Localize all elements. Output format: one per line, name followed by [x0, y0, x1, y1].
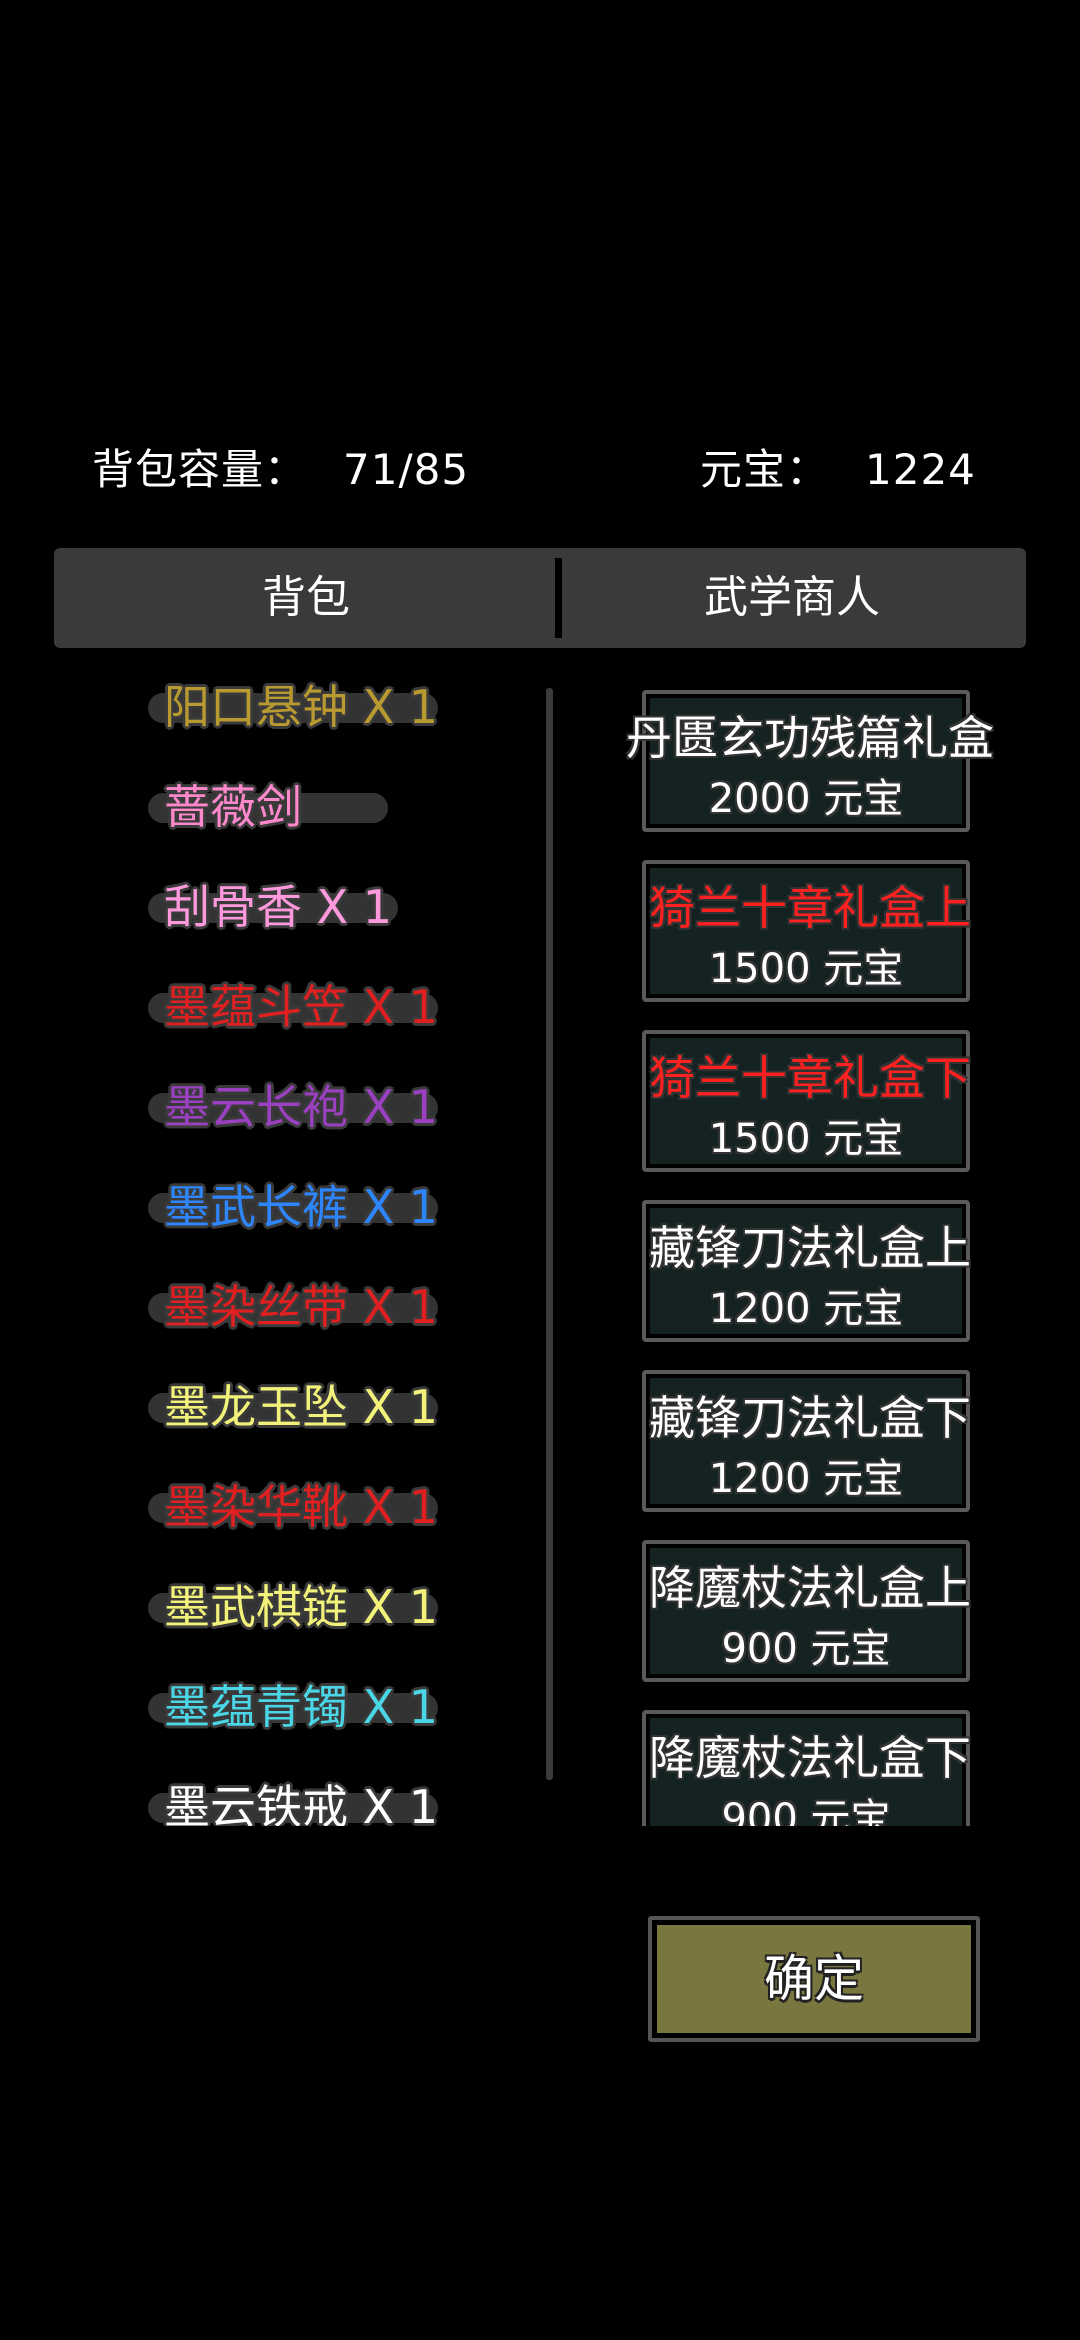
- inventory-item[interactable]: 墨武长裤 X 1: [140, 1176, 520, 1238]
- shop-item-name: 猗兰十章礼盒上: [649, 881, 971, 935]
- shop-list[interactable]: 丹匮玄功残篇礼盒 2000 元宝 猗兰十章礼盒上 1500 元宝 猗兰十章礼盒下 1500…: [560, 680, 1060, 1826]
- inventory-item[interactable]: 墨云铁戒 X 1: [140, 1776, 520, 1826]
- inventory-item[interactable]: 墨蕴青镯 X 1: [140, 1676, 520, 1738]
- inventory-item-label: 墨龙玉坠 X 1: [164, 1380, 439, 1434]
- gold-label: 元宝：: [700, 445, 830, 494]
- shop-item[interactable]: 藏锋刀法礼盒上 1200 元宝: [642, 1200, 971, 1342]
- tab-merchant[interactable]: 武学商人: [558, 548, 1026, 648]
- shop-item[interactable]: 猗兰十章礼盒下 1500 元宝: [642, 1030, 971, 1172]
- panel-divider: [546, 688, 553, 1780]
- inventory-item[interactable]: 墨染丝带 X 1: [140, 1276, 520, 1338]
- gold-value: 1224: [865, 445, 976, 494]
- gold-balance: 元宝： 1224: [700, 436, 976, 497]
- shop-item-price: 900 元宝: [721, 1796, 891, 1826]
- inventory-item-label: 墨武棋链 X 1: [164, 1580, 439, 1634]
- shop-item[interactable]: 降魔杖法礼盒上 900 元宝: [642, 1540, 971, 1682]
- shop-item[interactable]: 藏锋刀法礼盒下 1200 元宝: [642, 1370, 971, 1512]
- inventory-item-label: 刮骨香 X 1: [164, 880, 393, 934]
- bag-capacity: 背包容量： 71/85: [92, 436, 469, 497]
- inventory-item-label: 墨云铁戒 X 1: [164, 1780, 439, 1826]
- capacity-value: 71/85: [343, 445, 470, 494]
- shop-item-price: 2000 元宝: [708, 776, 904, 822]
- shop-item-name: 降魔杖法礼盒上: [649, 1561, 971, 1615]
- shop-item-price: 1500 元宝: [708, 1116, 904, 1162]
- shop-item-price: 900 元宝: [721, 1626, 891, 1672]
- capacity-label: 背包容量：: [92, 445, 308, 494]
- shop-item-name: 藏锋刀法礼盒上: [649, 1221, 971, 1275]
- shop-item-name: 猗兰十章礼盒下: [649, 1051, 971, 1105]
- inventory-item-label: 阳口悬钟 X 1: [164, 680, 439, 734]
- inventory-item[interactable]: 墨云长袍 X 1: [140, 1076, 520, 1138]
- inventory-item-label: 墨染华靴 X 1: [164, 1480, 439, 1534]
- tab-bag[interactable]: 背包: [54, 548, 558, 648]
- inventory-item[interactable]: 刮骨香 X 1: [140, 876, 520, 938]
- inventory-item[interactable]: 墨蕴斗笠 X 1: [140, 976, 520, 1038]
- inventory-item[interactable]: 阳口悬钟 X 1: [140, 676, 520, 738]
- inventory-item-label: 墨云长袍 X 1: [164, 1080, 439, 1134]
- shop-item[interactable]: 丹匮玄功残篇礼盒 2000 元宝: [626, 690, 994, 832]
- inventory-list[interactable]: 阳口悬钟 X 1 蔷薇剑刮骨香 X 1 墨蕴斗笠 X 1 墨云长袍 X 1 墨武长裤 X…: [140, 676, 520, 1826]
- inventory-item-label: 蔷薇剑: [164, 780, 302, 834]
- shop-item[interactable]: 猗兰十章礼盒上 1500 元宝: [642, 860, 971, 1002]
- shop-item-name: 丹匮玄功残篇礼盒: [626, 711, 994, 765]
- shop-item-price: 1200 元宝: [708, 1456, 904, 1502]
- inventory-item-label: 墨武长裤 X 1: [164, 1180, 439, 1234]
- inventory-item-label: 墨染丝带 X 1: [164, 1280, 439, 1334]
- shop-item-name: 降魔杖法礼盒下: [649, 1731, 971, 1785]
- inventory-item-label: 墨蕴斗笠 X 1: [164, 980, 439, 1034]
- inventory-item[interactable]: 墨武棋链 X 1: [140, 1576, 520, 1638]
- shop-item[interactable]: 降魔杖法礼盒下 900 元宝: [642, 1710, 971, 1826]
- inventory-item[interactable]: 墨龙玉坠 X 1: [140, 1376, 520, 1438]
- inventory-item[interactable]: 蔷薇剑: [140, 776, 520, 838]
- shop-item-price: 1500 元宝: [708, 946, 904, 992]
- shop-item-price: 1200 元宝: [708, 1286, 904, 1332]
- tab-bar: 背包 武学商人: [54, 548, 1026, 648]
- confirm-button[interactable]: 确定: [648, 1916, 980, 2042]
- shop-item-name: 藏锋刀法礼盒下: [649, 1391, 971, 1445]
- inventory-item[interactable]: 墨染华靴 X 1: [140, 1476, 520, 1538]
- inventory-item-label: 墨蕴青镯 X 1: [164, 1680, 439, 1734]
